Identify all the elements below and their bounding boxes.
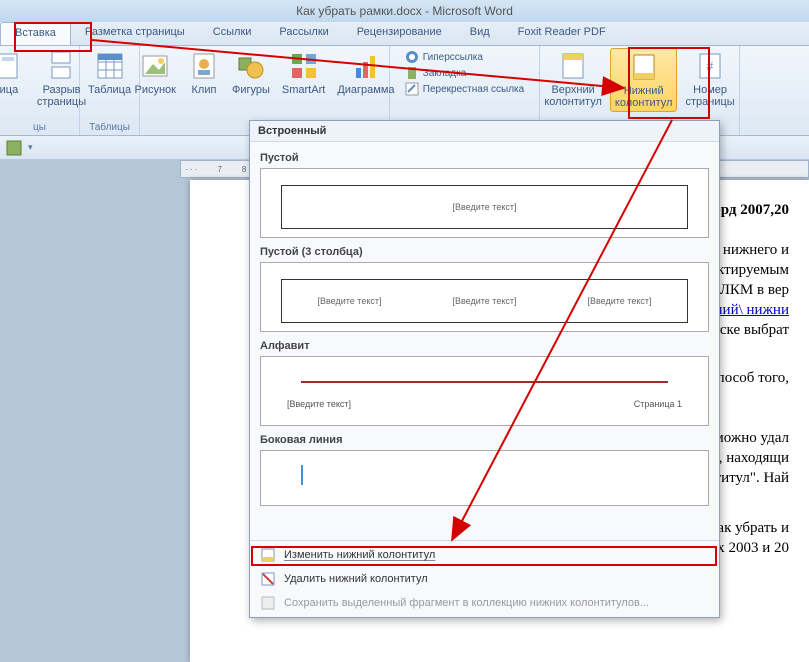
tab-review[interactable]: Рецензирование: [343, 22, 456, 45]
page-icon: [0, 50, 25, 82]
tab-view[interactable]: Вид: [456, 22, 504, 45]
crossref-icon: [405, 82, 419, 96]
ribbon-tabs: Вставка Разметка страницы Ссылки Рассылк…: [0, 22, 809, 46]
save-selection-icon: [260, 595, 276, 611]
delete-footer-menuitem[interactable]: Удалить нижний колонтитул: [250, 567, 719, 591]
tab-mailings[interactable]: Рассылки: [265, 22, 342, 45]
tab-references[interactable]: Ссылки: [199, 22, 266, 45]
save-selection-menuitem: Сохранить выделенный фрагмент в коллекци…: [250, 591, 719, 615]
tab-foxit[interactable]: Foxit Reader PDF: [504, 22, 620, 45]
table-button[interactable]: Таблица: [84, 48, 135, 98]
shapes-button[interactable]: Фигуры: [228, 48, 274, 98]
page-break-icon: [46, 50, 78, 82]
table-icon: [94, 50, 126, 82]
hyperlink-button[interactable]: Гиперссылка: [405, 50, 524, 64]
title-bar: Как убрать рамки.docx - Microsoft Word: [0, 0, 809, 22]
gallery-header: Встроенный: [250, 121, 719, 142]
layout-view-icon[interactable]: [6, 140, 22, 156]
cover-page-button[interactable]: ица: [0, 48, 29, 110]
gallery-item-empty3-label: Пустой (3 столбца): [260, 246, 709, 258]
edit-footer-menuitem[interactable]: Изменить нижний колонтитул: [250, 543, 719, 567]
edit-footer-icon: [260, 547, 276, 563]
pagenum-icon: #: [694, 50, 726, 82]
alphabet-divider: [301, 381, 668, 383]
tab-insert[interactable]: Вставка: [0, 22, 71, 45]
bookmark-icon: [405, 66, 419, 80]
sideline-cursor: [301, 465, 303, 485]
footer-icon: [628, 51, 660, 83]
chart-icon: [350, 50, 382, 82]
gallery-item-sideline-label: Боковая линия: [260, 434, 709, 446]
delete-footer-icon: [260, 571, 276, 587]
picture-icon: [139, 50, 171, 82]
header-button[interactable]: Верхний колонтитул: [540, 48, 606, 112]
gallery-item-alphabet[interactable]: [Введите текст] Страница 1: [260, 356, 709, 426]
picture-button[interactable]: Рисунок: [130, 48, 180, 98]
hyperlink-icon: [405, 50, 419, 64]
gallery-footer: Изменить нижний колонтитул Удалить нижни…: [250, 540, 719, 617]
window-title: Как убрать рамки.docx - Microsoft Word: [296, 4, 513, 18]
gallery-item-sideline[interactable]: [260, 450, 709, 506]
gallery-scroll[interactable]: Пустой [Введите текст] Пустой (3 столбца…: [250, 142, 719, 540]
clip-icon: [188, 50, 220, 82]
chart-button[interactable]: Диаграмма: [333, 48, 398, 98]
footer-gallery-dropdown: Встроенный Пустой [Введите текст] Пустой…: [249, 120, 720, 618]
clipart-button[interactable]: Клип: [184, 48, 224, 98]
page-number-button[interactable]: # Номер страницы: [681, 48, 738, 112]
gallery-item-empty[interactable]: [Введите текст]: [260, 168, 709, 238]
shapes-icon: [235, 50, 267, 82]
smartart-button[interactable]: SmartArt: [278, 48, 329, 98]
crossref-button[interactable]: Перекрестная ссылка: [405, 82, 524, 96]
tab-layout[interactable]: Разметка страницы: [71, 22, 199, 45]
gallery-item-empty-label: Пустой: [260, 152, 709, 164]
smartart-icon: [288, 50, 320, 82]
group-tables-label: Таблицы: [80, 122, 139, 133]
gallery-item-empty3[interactable]: [Введите текст] [Введите текст] [Введите…: [260, 262, 709, 332]
header-icon: [557, 50, 589, 82]
bookmark-button[interactable]: Закладка: [405, 66, 524, 80]
footer-button[interactable]: Нижний колонтитул: [610, 48, 678, 112]
gallery-item-alphabet-label: Алфавит: [260, 340, 709, 352]
qat-dropdown-icon[interactable]: ▾: [28, 142, 33, 153]
group-pages-label: цы: [0, 122, 79, 133]
svg-text:#: #: [707, 59, 714, 73]
